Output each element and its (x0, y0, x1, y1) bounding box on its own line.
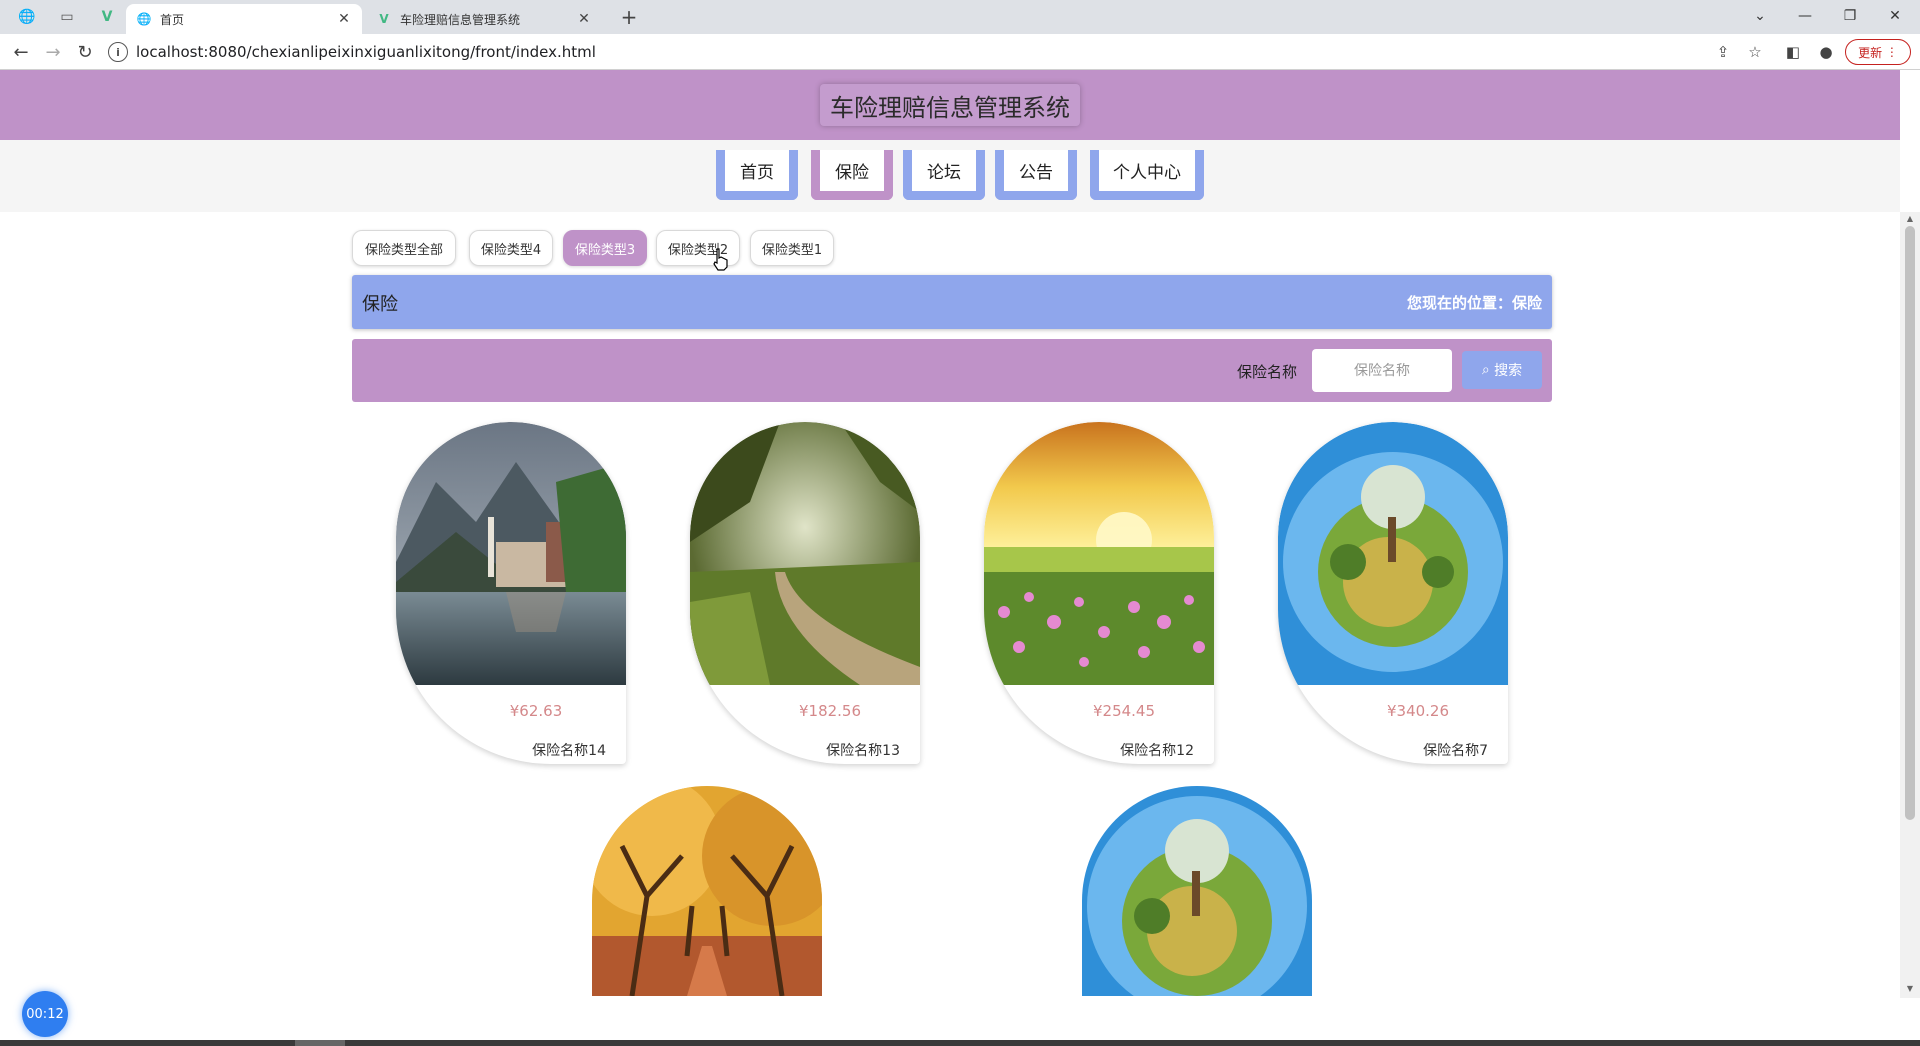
nav-insurance[interactable]: 保险 (811, 150, 893, 200)
search-input[interactable] (1312, 349, 1452, 392)
star-icon[interactable]: ☆ (1744, 42, 1766, 62)
blank-tab-icon[interactable]: ▭ (54, 6, 80, 28)
minimize-button[interactable]: — (1785, 4, 1825, 28)
close-icon[interactable]: ✕ (336, 11, 352, 27)
category-tab-4[interactable]: 保险类型4 (469, 230, 553, 266)
taskbar-segment (295, 1040, 345, 1046)
product-price: ¥254.45 (1092, 702, 1156, 720)
breadcrumb: 您现在的位置：保险 (1406, 294, 1542, 312)
info-icon[interactable]: i (108, 42, 128, 62)
lake-village-image (396, 422, 626, 685)
browser-tab-bar: 🌐 ▭ V 🌐 首页 ✕ V 车险理赔信息管理系统 ✕ + ⌄ — ❐ ✕ (0, 0, 1920, 34)
url-field[interactable]: i localhost:8080/chexianlipeixinxiguanli… (108, 39, 1688, 65)
back-button[interactable]: ← (8, 40, 34, 64)
scroll-up-icon[interactable]: ▲ (1904, 214, 1916, 224)
product-image[interactable] (690, 422, 920, 685)
chevron-down-icon[interactable]: ⌄ (1740, 4, 1780, 28)
share-icon[interactable]: ⇪ (1712, 42, 1734, 62)
search-bar: 保险名称 ⌕ 搜索 (352, 339, 1552, 402)
product-price: ¥340.26 (1386, 702, 1450, 720)
main-nav: 首页 保险 论坛 公告 个人中心 (0, 140, 1900, 212)
product-image[interactable] (1278, 422, 1508, 685)
vue-icon: V (379, 12, 389, 26)
new-tab-button[interactable]: + (616, 5, 642, 29)
nav-personal-center[interactable]: 个人中心 (1090, 150, 1204, 200)
autumn-trees-image (592, 786, 822, 996)
product-card[interactable]: ¥254.45 保险名称12 (984, 422, 1214, 764)
tab-title: 车险理赔信息管理系统 (400, 12, 521, 27)
search-button[interactable]: ⌕ 搜索 (1462, 351, 1542, 389)
restore-button[interactable]: ❐ (1830, 4, 1870, 28)
category-tab-1[interactable]: 保险类型1 (750, 230, 834, 266)
recording-timer[interactable]: 00:12 (22, 991, 68, 1037)
search-button-label: 搜索 (1494, 363, 1523, 379)
tiny-planet-image (1278, 422, 1508, 685)
tiny-planet-image (1082, 786, 1312, 996)
product-name[interactable]: 保险名称13 (826, 740, 900, 760)
category-tab-3[interactable]: 保险类型3 (563, 230, 647, 266)
site-header: 车险理赔信息管理系统 (0, 70, 1900, 140)
forest-path-image (690, 422, 920, 685)
taskbar-strip (0, 1040, 1920, 1046)
product-name[interactable]: 保险名称12 (1120, 740, 1194, 760)
forward-button[interactable]: → (40, 40, 66, 64)
site-title: 车险理赔信息管理系统 (820, 84, 1080, 126)
product-price: ¥182.56 (798, 702, 862, 720)
page-scrollbar[interactable]: ▲ ▼ (1900, 212, 1920, 998)
url-text: localhost:8080/chexianlipeixinxiguanlixi… (136, 43, 596, 61)
close-window-button[interactable]: ✕ (1875, 4, 1915, 28)
address-bar: ← → ↻ i localhost:8080/chexianlipeixinxi… (0, 34, 1920, 70)
search-label: 保险名称 (1237, 363, 1298, 381)
profile-icon[interactable]: ● (1815, 42, 1837, 62)
category-tab-all[interactable]: 保险类型全部 (352, 230, 456, 266)
tab-title: 首页 (160, 12, 185, 27)
product-card[interactable]: ¥62.63 保险名称14 (396, 422, 626, 764)
sidepanel-icon[interactable]: ◧ (1782, 42, 1804, 62)
vue-tab-icon[interactable]: V (94, 6, 120, 28)
hand-cursor-icon (713, 248, 728, 271)
globe-icon[interactable]: 🌐 (14, 6, 40, 28)
product-name[interactable]: 保险名称7 (1423, 740, 1488, 760)
browser-tab-system[interactable]: V 车险理赔信息管理系统 ✕ (366, 4, 602, 34)
update-label: 更新 (1858, 45, 1883, 60)
browser-tab-home[interactable]: 🌐 首页 ✕ (126, 4, 362, 34)
nav-forum[interactable]: 论坛 (903, 150, 985, 200)
page-title-bar: 保险 您现在的位置：保险 (352, 275, 1552, 329)
sunset-flowers-image (984, 422, 1214, 685)
close-icon[interactable]: ✕ (576, 11, 592, 27)
product-image[interactable] (984, 422, 1214, 685)
scroll-thumb[interactable] (1905, 226, 1915, 820)
product-price: ¥62.63 (509, 702, 563, 720)
product-card[interactable]: ¥182.56 保险名称13 (690, 422, 920, 764)
nav-announcement[interactable]: 公告 (995, 150, 1077, 200)
reload-button[interactable]: ↻ (72, 40, 98, 64)
globe-icon: 🌐 (136, 12, 152, 26)
search-icon: ⌕ (1481, 362, 1490, 378)
product-card[interactable]: ¥340.26 保险名称7 (1278, 422, 1508, 764)
page-title: 保险 (362, 294, 398, 315)
scroll-down-icon[interactable]: ▼ (1904, 984, 1916, 994)
update-button[interactable]: 更新 ⋮ (1845, 39, 1911, 65)
product-image[interactable] (396, 422, 626, 685)
product-name[interactable]: 保险名称14 (532, 740, 606, 760)
nav-home[interactable]: 首页 (716, 150, 798, 200)
product-card[interactable] (1082, 786, 1312, 996)
product-card[interactable] (592, 786, 822, 996)
